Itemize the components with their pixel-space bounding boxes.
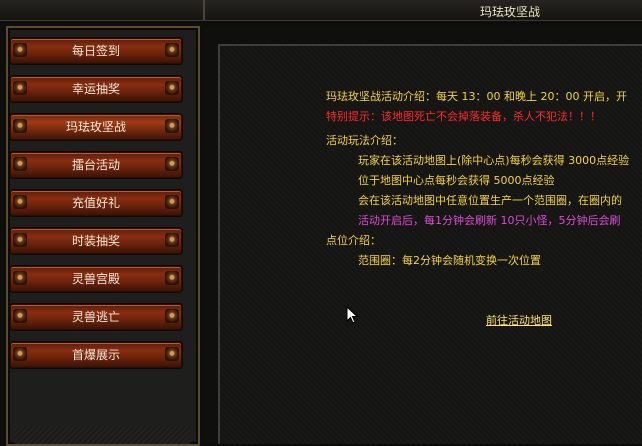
sidebar-item-label: 幸运抽奖 xyxy=(71,82,120,96)
sidebar-item-label: 时装抽奖 xyxy=(71,234,120,248)
ornament-icon xyxy=(13,43,27,57)
sidebar-item-label: 充值好礼 xyxy=(71,196,120,210)
points-heading: 点位介绍： xyxy=(326,234,381,247)
intro-text: 玛珐玫坚战活动介绍：每天 13：00 和晚上 20：00 开启，开 xyxy=(326,90,627,103)
warning-text: 特别提示：该地图死亡不会掉落装备，杀人不犯法！！！ xyxy=(326,110,601,123)
gameplay-line: 位于地图中心点每秒会获得 5000点经验 xyxy=(358,174,555,187)
sidebar-item-label: 玛珐玫坚战 xyxy=(65,120,126,134)
window-title: 玛珐玫坚战 xyxy=(479,5,540,19)
ornament-icon xyxy=(13,347,27,361)
ornament-icon xyxy=(165,347,179,361)
points-line: 范围圈：每2分钟会随机变换一次位置 xyxy=(358,254,541,267)
sidebar-item-daily-signin[interactable]: 每日签到 xyxy=(10,38,182,64)
sidebar-item-pet-palace[interactable]: 灵兽宫殿 xyxy=(10,266,182,292)
ornament-icon xyxy=(13,119,27,133)
ornament-icon xyxy=(165,43,179,57)
ornament-icon xyxy=(165,309,179,323)
ornament-icon xyxy=(13,81,27,95)
ornament-icon xyxy=(13,195,27,209)
ornament-icon xyxy=(165,119,179,133)
gameplay-line: 玩家在该活动地图上(除中心点)每秒会获得 3000点经验 xyxy=(358,154,630,167)
gameplay-line: 会在该活动地图中任意位置生产一个范围圈，在圈内的 xyxy=(358,194,622,207)
ornament-icon xyxy=(13,157,27,171)
ornament-icon xyxy=(165,195,179,209)
sidebar-item-lucky-draw[interactable]: 幸运抽奖 xyxy=(10,76,182,102)
sidebar-item-label: 灵兽宫殿 xyxy=(71,272,120,286)
sidebar-item-recharge-gift[interactable]: 充值好礼 xyxy=(10,190,182,216)
ornament-icon xyxy=(165,271,179,285)
goto-activity-map-link[interactable]: 前往活动地图 xyxy=(486,312,552,328)
ornament-icon xyxy=(165,81,179,95)
sidebar-item-arena[interactable]: 擂台活动 xyxy=(10,152,182,178)
ornament-icon xyxy=(165,157,179,171)
sidebar-item-label: 灵兽逃亡 xyxy=(71,310,120,324)
title-bar: 玛珐玫坚战 xyxy=(0,0,642,21)
ornament-icon xyxy=(165,233,179,247)
gameplay-line: 活动开启后，每1分钟会刷新 10只小怪，5分钟后会刷 xyxy=(358,214,621,227)
ornament-icon xyxy=(13,233,27,247)
sidebar-item-label: 首爆展示 xyxy=(71,348,120,362)
sidebar-item-label: 每日签到 xyxy=(71,44,120,58)
sidebar-item-pet-escape[interactable]: 灵兽逃亡 xyxy=(10,304,182,330)
sidebar-item-fashion-draw[interactable]: 时装抽奖 xyxy=(10,228,182,254)
content-panel xyxy=(218,44,642,444)
sidebar-item-label: 擂台活动 xyxy=(71,158,120,172)
ornament-icon xyxy=(13,271,27,285)
ornament-icon xyxy=(13,309,27,323)
title-bar-divider xyxy=(203,0,205,20)
gameplay-heading: 活动玩法介绍： xyxy=(326,134,403,147)
sidebar-pattern xyxy=(14,426,190,444)
sidebar-item-siege-battle[interactable]: 玛珐玫坚战 xyxy=(10,114,182,140)
mouse-cursor-icon xyxy=(346,306,358,324)
sidebar-item-first-drop[interactable]: 首爆展示 xyxy=(10,342,182,368)
